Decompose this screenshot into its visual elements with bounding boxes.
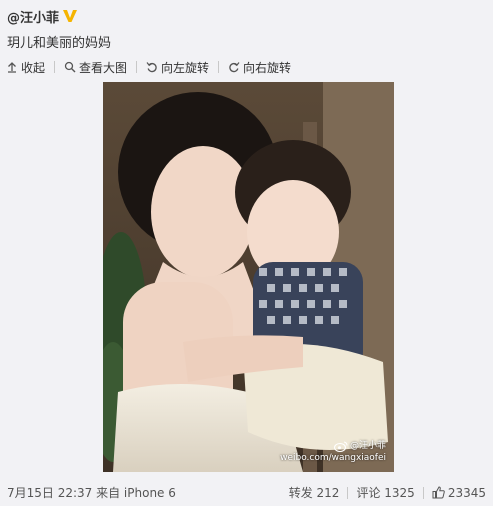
post-actions: 转发 212 评论 1325 23345 <box>289 484 486 501</box>
rotate-right-label: 向右旋转 <box>243 60 292 75</box>
collapse-arrow-icon <box>8 62 16 73</box>
thumbs-up-icon <box>432 486 445 499</box>
watermark-url: weibo.com/wangxiaofei <box>280 453 386 463</box>
author-row: @汪小菲 <box>7 6 78 26</box>
collapse-label: 收起 <box>21 60 46 75</box>
rotate-left-icon <box>146 62 157 73</box>
action-divider <box>422 486 424 499</box>
toolbar-divider <box>218 61 220 73</box>
weibo-post-card: @汪小菲 玥儿和美丽的妈妈 收起 查看大图 向左旋转 向右旋转 @汪小菲 wei… <box>0 0 493 506</box>
comment-button[interactable]: 评论 1325 <box>356 484 414 501</box>
collapse-button[interactable]: 收起 <box>6 59 45 76</box>
rotate-left-button[interactable]: 向左旋转 <box>146 59 209 76</box>
post-footer: 7月15日 22:37 来自 iPhone 6 转发 212 评论 1325 2… <box>0 484 493 502</box>
post-meta[interactable]: 7月15日 22:37 来自 iPhone 6 <box>7 484 176 501</box>
rotate-right-icon <box>229 62 240 73</box>
rotate-left-label: 向左旋转 <box>161 60 210 75</box>
post-text: 玥儿和美丽的妈妈 <box>7 36 112 51</box>
view-large-label: 查看大图 <box>79 60 128 75</box>
photo-mother-and-child <box>103 82 394 472</box>
verified-v-icon <box>62 8 78 24</box>
like-button[interactable]: 23345 <box>432 486 486 500</box>
toolbar-divider <box>54 61 56 73</box>
image-toolbar: 收起 查看大图 向左旋转 向右旋转 <box>6 58 291 76</box>
photo-watermark: @汪小菲 weibo.com/wangxiaofei <box>280 440 386 464</box>
rotate-right-button[interactable]: 向右旋转 <box>228 59 291 76</box>
toolbar-divider <box>136 61 138 73</box>
like-count: 23345 <box>447 485 486 500</box>
action-divider <box>347 486 349 499</box>
author-name[interactable]: @汪小菲 <box>7 7 59 26</box>
post-photo[interactable]: @汪小菲 weibo.com/wangxiaofei <box>103 82 394 472</box>
weibo-logo-icon <box>333 441 348 452</box>
repost-button[interactable]: 转发 212 <box>289 484 340 501</box>
watermark-name: @汪小菲 <box>349 441 386 451</box>
magnifier-icon <box>64 61 76 73</box>
view-large-button[interactable]: 查看大图 <box>64 59 127 76</box>
